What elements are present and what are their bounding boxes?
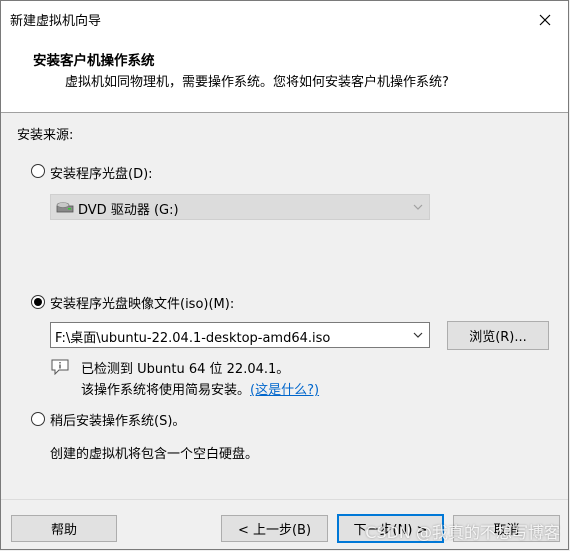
browse-button[interactable]: 浏览(R)...	[447, 321, 549, 350]
detected-os-text: 已检测到 Ubuntu 64 位 22.04.1。	[81, 362, 290, 377]
title-bar: 新建虚拟机向导	[1, 1, 568, 38]
what-is-this-link[interactable]: (这是什么?)	[250, 383, 319, 398]
help-button[interactable]: 帮助	[11, 515, 117, 542]
wizard-header: 安装客户机操作系统 虚拟机如同物理机，需要操作系统。您将如何安装客户机操作系统?	[1, 38, 568, 113]
chevron-down-icon[interactable]	[413, 332, 423, 338]
install-source-label: 安装来源:	[17, 128, 74, 143]
cancel-button[interactable]: 取消	[453, 515, 560, 542]
install-later-description: 创建的虚拟机将包含一个空白硬盘。	[50, 447, 259, 462]
install-later-label[interactable]: 稍后安装操作系统(S)。	[50, 410, 185, 429]
install-iso-label[interactable]: 安装程序光盘映像文件(iso)(M):	[50, 293, 234, 312]
iso-path-value[interactable]: F:\桌面\ubuntu-22.04.1-desktop-amd64.iso	[55, 327, 330, 346]
radio-install-iso[interactable]	[31, 295, 45, 309]
easy-install-line: 该操作系统将使用简易安装。(这是什么?)	[81, 379, 319, 398]
install-disc-label[interactable]: 安装程序光盘(D):	[50, 163, 153, 182]
radio-install-disc[interactable]	[31, 164, 45, 178]
disc-drive-value: DVD 驱动器 (G:)	[78, 203, 179, 218]
window-title: 新建虚拟机向导	[10, 14, 102, 29]
footer-divider	[1, 499, 568, 500]
info-icon	[51, 359, 69, 375]
page-title: 安装客户机操作系统	[33, 53, 155, 69]
close-icon	[539, 14, 551, 25]
back-button[interactable]: < 上一步(B)	[221, 515, 328, 542]
radio-install-later[interactable]	[31, 412, 45, 426]
new-vm-wizard-window: 新建虚拟机向导 安装客户机操作系统 虚拟机如同物理机，需要操作系统。您将如何安装…	[0, 0, 569, 550]
next-button[interactable]: 下一步(N) >	[337, 514, 444, 543]
iso-path-combobox[interactable]: F:\桌面\ubuntu-22.04.1-desktop-amd64.iso	[50, 322, 430, 348]
page-subtitle: 虚拟机如同物理机，需要操作系统。您将如何安装客户机操作系统?	[65, 75, 449, 90]
dvd-drive-icon	[56, 202, 74, 213]
close-button[interactable]	[522, 1, 568, 38]
easy-install-text: 该操作系统将使用简易安装。	[81, 383, 251, 398]
disc-drive-select: DVD 驱动器 (G:)	[50, 194, 430, 220]
chevron-down-icon	[413, 204, 423, 210]
